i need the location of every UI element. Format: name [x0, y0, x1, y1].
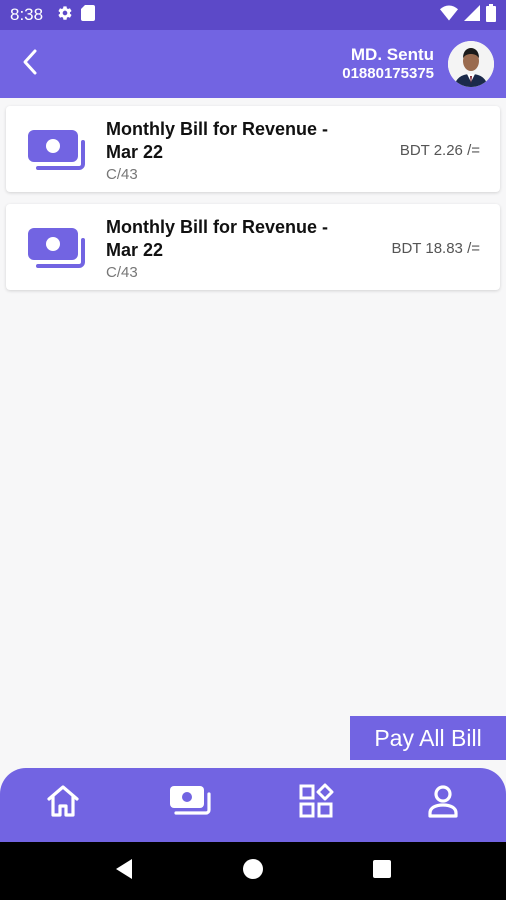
user-phone: 01880175375: [342, 65, 434, 82]
recents-square-icon: [372, 859, 392, 884]
bill-code: C/43: [106, 264, 138, 281]
money-icon: [168, 784, 212, 823]
system-home-button[interactable]: [233, 851, 273, 891]
category-icon: [298, 783, 334, 824]
back-button[interactable]: [12, 46, 48, 82]
back-arrow-icon: [20, 48, 40, 81]
nav-bills[interactable]: [160, 778, 220, 828]
wifi-icon: [440, 5, 458, 26]
profile-icon: [426, 784, 460, 823]
money-icon: [26, 226, 86, 275]
pay-all-bill-button[interactable]: Pay All Bill: [350, 716, 506, 760]
system-back-button[interactable]: [104, 851, 144, 891]
bill-amount: BDT 2.26 /=: [399, 142, 480, 159]
bill-amount: BDT 18.83 /=: [391, 240, 480, 257]
bill-title: Monthly Bill for Revenue - Mar 22: [106, 217, 329, 260]
nav-profile[interactable]: [413, 778, 473, 828]
user-info: MD. Sentu 01880175375: [342, 41, 494, 87]
bill-card[interactable]: Monthly Bill for Revenue - Mar 22 C/43 B…: [6, 106, 500, 192]
sd-card-icon: [81, 4, 96, 26]
back-triangle-icon: [114, 858, 134, 885]
avatar[interactable]: [448, 41, 494, 87]
bottom-navigation: [0, 768, 506, 842]
bill-code: C/43: [106, 166, 138, 183]
app-header: MD. Sentu 01880175375: [0, 30, 506, 98]
home-icon: [45, 784, 81, 823]
nav-home[interactable]: [33, 778, 93, 828]
battery-icon: [486, 3, 496, 27]
bill-card[interactable]: Monthly Bill for Revenue - Mar 22 C/43 B…: [6, 204, 500, 290]
home-circle-icon: [242, 858, 264, 885]
nav-categories[interactable]: [286, 778, 346, 828]
signal-icon: [464, 4, 480, 26]
money-icon: [26, 128, 86, 177]
status-time: 8:38: [10, 5, 44, 24]
bill-title: Monthly Bill for Revenue - Mar 22: [106, 119, 329, 162]
system-navigation-bar: [0, 842, 506, 900]
status-bar: 8:38: [0, 0, 506, 30]
system-recents-button[interactable]: [362, 851, 402, 891]
settings-icon: [57, 5, 73, 26]
user-name: MD. Sentu: [350, 45, 434, 64]
